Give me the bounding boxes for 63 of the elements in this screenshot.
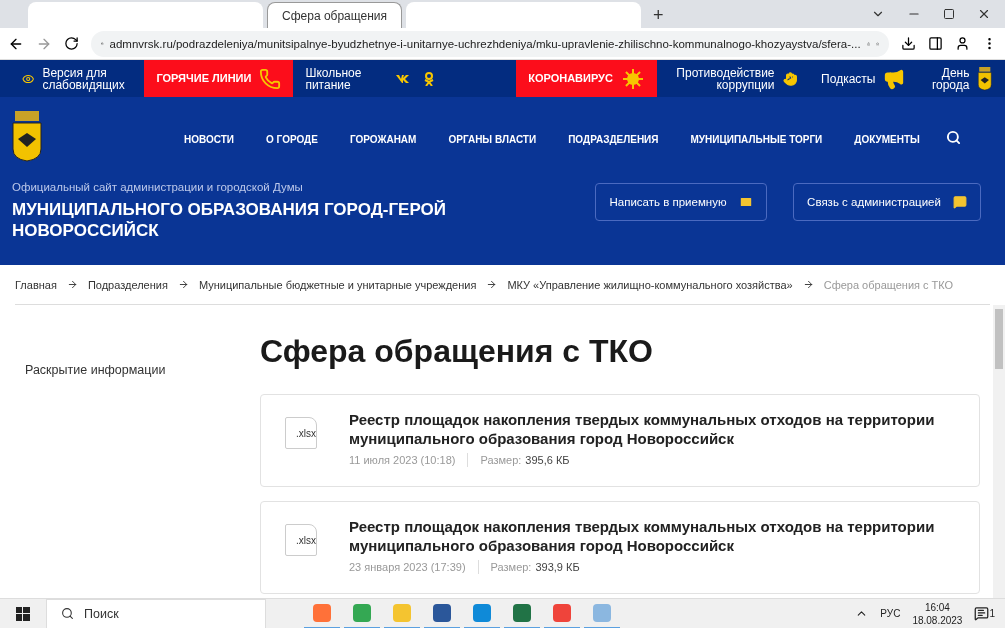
vk-icon[interactable] [396,74,411,83]
taskbar-search-field[interactable]: Поиск [46,598,266,628]
document-date: 11 июля 2023 (10:18) [349,453,456,466]
site-title: МУНИЦИПАЛЬНОГО ОБРАЗОВАНИЯ ГОРОД-ГЕРОЙ НОВОРОССИЙСК [12,199,447,242]
top-link[interactable]: Школьное питание [293,60,385,97]
file-icon: .xlsx [285,417,317,449]
breadcrumb-link[interactable]: Главная [15,278,57,291]
file-size: 393,9 КБ [535,560,580,573]
nav-link[interactable]: ОРГАНЫ ВЛАСТИ [448,133,537,145]
odnoklassniki-icon[interactable] [424,71,435,86]
arrow-icon [66,279,78,290]
nav-link[interactable]: МУНИЦИПАЛЬНЫЕ ТОРГИ [690,133,823,145]
nav-link[interactable]: ПОДРАЗДЕЛЕНИЯ [568,133,659,145]
document-link[interactable]: Реестр площадок накопления твердых коммунальных отходов на территории муниципального образования город Новороссийск [349,411,949,449]
close-icon[interactable] [977,7,991,21]
header-button[interactable]: Связь с администрацией [793,183,981,221]
document-link[interactable]: Реестр площадок накопления твердых коммунальных отходов на территории муниципального образования город Новороссийск [349,518,949,556]
browser-tab[interactable]: Сфера обращения [267,2,402,28]
file-icon: .xlsx [285,524,317,556]
restore-icon[interactable] [943,8,955,20]
search-icon [61,607,74,620]
arrow-icon [802,279,814,290]
file-size: 395,6 КБ [525,453,570,466]
nav-link[interactable]: НОВОСТИ [184,133,235,145]
page-title: Сфера обращения с ТКО [260,333,654,370]
top-link[interactable]: Версия для слабовидящих [10,60,145,97]
address-field[interactable]: admnvrsk.ru/podrazdeleniya/munitsipalnye-byudzhetnye-i-unitarnye-uchrezhdeniya/mku-upravlenie-zhilischno-kommunalnogo-khozyaystva/sfera-... [91,30,889,57]
top-link[interactable]: Противодействие коррупции [656,60,810,97]
speech-bubble-icon [952,195,967,209]
download-icon[interactable] [901,36,916,51]
arrow-icon [177,279,189,290]
clock[interactable]: 16:04 18.08.2023 [912,601,963,626]
nav-link[interactable]: ГОРОЖАНАМ [349,133,417,145]
windows-icon[interactable] [16,606,30,621]
search-icon[interactable] [945,129,961,145]
hotline-link[interactable]: КОРОНАВИРУС [516,60,657,97]
header-button[interactable]: Написать в приемную [595,183,767,221]
side-panel-icon[interactable] [928,36,943,51]
megaphone-icon [883,67,906,90]
top-link[interactable]: День города [917,60,1005,97]
language-indicator[interactable]: РУС [880,608,901,619]
reload-icon[interactable] [64,36,79,51]
breadcrumb-link[interactable]: Муниципальные бюджетные и унитарные учреждения [198,278,477,291]
profile-icon[interactable] [955,36,970,51]
envelope-icon [738,195,753,209]
scrollbar[interactable] [993,305,1005,598]
nav-link[interactable]: ДОКУМЕНТЫ [854,133,920,145]
arrow-icon [486,279,498,290]
coat-of-arms-icon [12,111,42,163]
site-subtitle: Официальный сайт администрации и городской Думы [12,181,304,193]
breadcrumb-link[interactable]: МКУ «Управление жилищно-коммунального хозяйства» [507,278,793,291]
nav-link[interactable]: О ГОРОДЕ [266,133,318,145]
phone-icon [259,67,282,90]
top-link[interactable]: Подкасты [809,60,918,97]
new-tab-button[interactable]: + [645,2,672,28]
document-date: 23 января 2023 (17:39) [349,560,466,573]
virus-icon [620,66,645,91]
breadcrumb-link[interactable]: Подразделения [87,278,168,291]
hotline-link[interactable]: ГОРЯЧИЕ ЛИНИИ [144,60,294,97]
sidebar-link[interactable]: Раскрытие информации [25,363,166,377]
size-label: Размер: [480,453,522,466]
coat-of-arms-icon [977,66,993,91]
size-label: Размер: [490,560,532,573]
